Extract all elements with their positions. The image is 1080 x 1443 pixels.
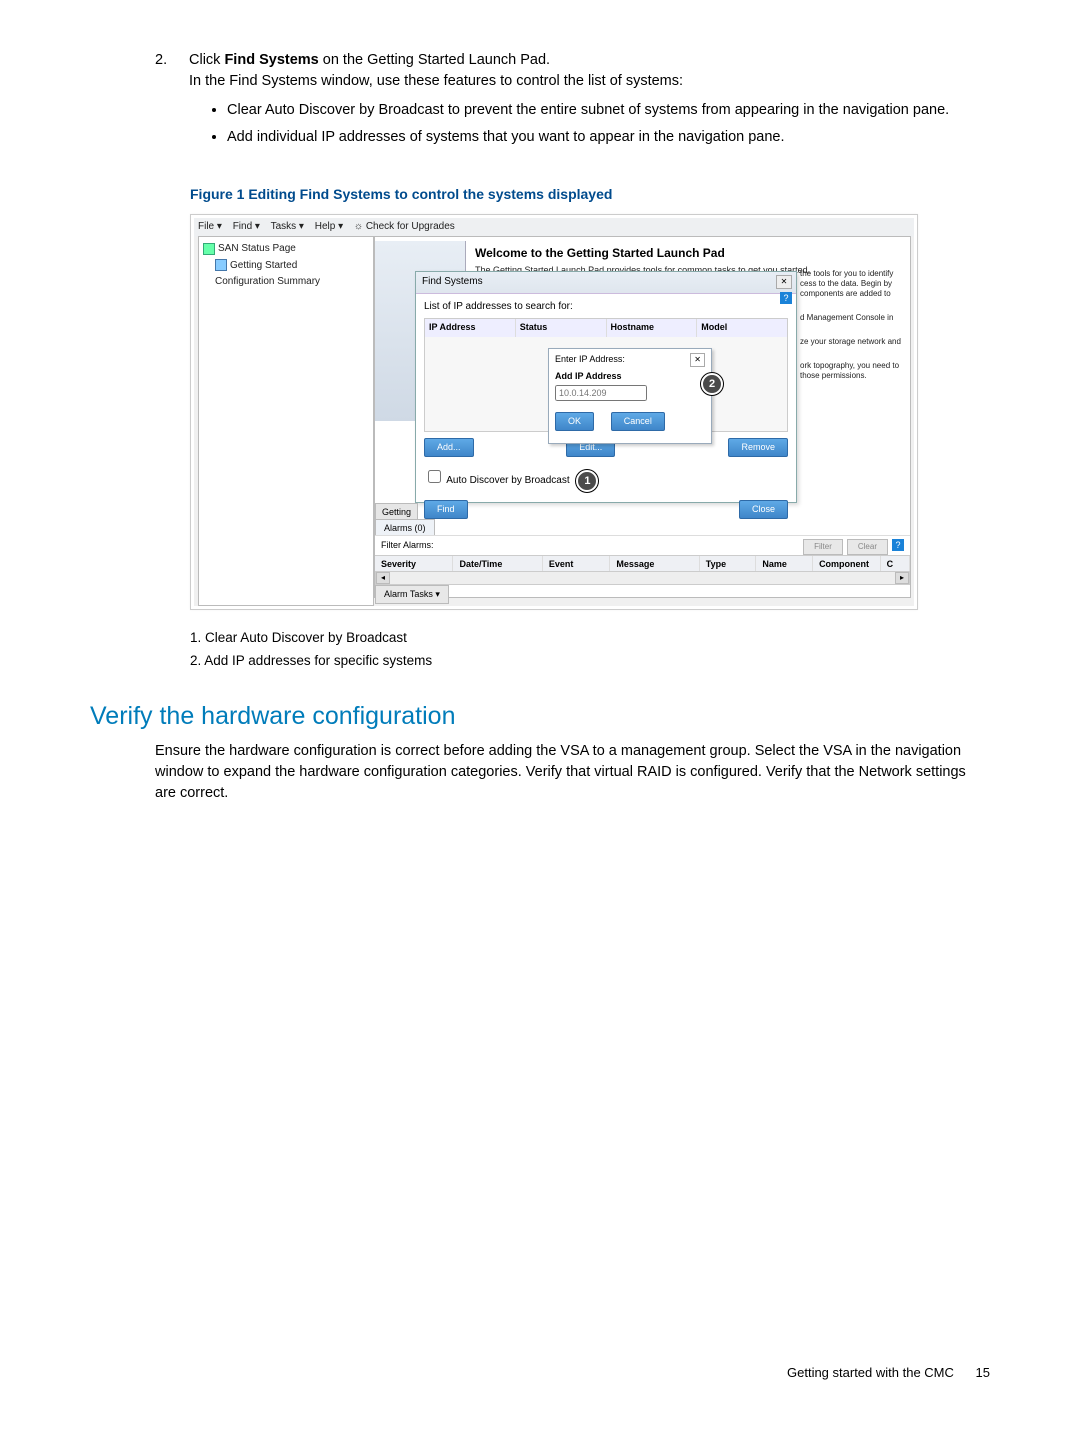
alarm-tasks-button[interactable]: Alarm Tasks ▾ — [375, 585, 449, 604]
page-number: 15 — [976, 1365, 990, 1380]
filter-button[interactable]: Filter — [803, 539, 843, 555]
nav-label-1: SAN Status Page — [218, 243, 296, 254]
bullet-1: Clear Auto Discover by Broadcast to prev… — [227, 100, 990, 121]
find-systems-close-icon[interactable]: ✕ — [776, 275, 792, 289]
ip-list-label: List of IP addresses to search for: — [424, 301, 573, 312]
tip-3: ze your storage network and — [800, 337, 906, 347]
tip-1: the tools for you to identify cess to th… — [800, 269, 906, 299]
tip-2: d Management Console in — [800, 313, 906, 323]
main-area: Welcome to the Getting Started Launch Pa… — [374, 236, 911, 598]
menu-tasks[interactable]: Tasks ▾ — [271, 221, 304, 232]
legend-2: 2. Add IP addresses for specific systems — [190, 651, 990, 671]
alarms-help-icon[interactable]: ? — [892, 539, 904, 551]
menu-file[interactable]: File ▾ — [198, 221, 222, 232]
auto-discover-checkbox[interactable] — [428, 470, 441, 483]
enter-ip-title: Enter IP Address: ✕ — [555, 353, 705, 366]
enter-ip-bold: Add IP Address — [555, 370, 705, 383]
step-2: 2. Click Find Systems on the Getting Sta… — [155, 50, 990, 166]
getting-started-icon — [215, 259, 227, 271]
legend-1: 1. Clear Auto Discover by Broadcast — [190, 628, 990, 648]
menu-check-upgrades[interactable]: ☼ Check for Upgrades — [354, 221, 455, 232]
step-text-line2: In the Find Systems window, use these fe… — [189, 73, 683, 89]
scroll-left-icon[interactable]: ◂ — [376, 572, 390, 584]
nav-label-2: Getting Started — [230, 260, 297, 271]
find-systems-help-icon[interactable]: ? — [780, 292, 792, 304]
find-systems-dialog: Find Systems ✕ ? List of IP addresses to… — [415, 271, 797, 503]
screenshot-figure: File ▾ Find ▾ Tasks ▾ Help ▾ ☼ Check for… — [190, 214, 918, 610]
horizontal-scrollbar[interactable]: ◂ ▸ — [375, 571, 910, 585]
step-list: 2. Click Find Systems on the Getting Sta… — [155, 50, 990, 166]
step-number: 2. — [155, 50, 189, 166]
col-ip: IP Address — [425, 319, 516, 337]
remove-button[interactable]: Remove — [728, 438, 788, 457]
welcome-title: Welcome to the Getting Started Launch Pa… — [475, 245, 910, 262]
find-systems-title: Find Systems ✕ ? — [416, 272, 796, 294]
scroll-right-icon[interactable]: ▸ — [895, 572, 909, 584]
nav-getting-started[interactable]: Getting Started — [201, 258, 371, 275]
figure-legend: 1. Clear Auto Discover by Broadcast 2. A… — [190, 628, 990, 670]
step-text-bold: Find Systems — [224, 52, 318, 68]
menu-help[interactable]: Help ▾ — [315, 221, 343, 232]
step-body: Click Find Systems on the Getting Starte… — [189, 50, 990, 166]
tip-fragments: the tools for you to identify cess to th… — [800, 269, 906, 395]
bullet-2: Add individual IP addresses of systems t… — [227, 127, 990, 148]
ok-button[interactable]: OK — [555, 412, 594, 431]
nav-config-summary[interactable]: Configuration Summary — [201, 274, 371, 291]
section-body: Ensure the hardware configuration is cor… — [155, 741, 990, 804]
menu-find[interactable]: Find ▾ — [233, 221, 260, 232]
cancel-button[interactable]: Cancel — [611, 412, 665, 431]
close-button[interactable]: Close — [739, 500, 788, 519]
nav-label-3: Configuration Summary — [215, 276, 320, 287]
nav-san-status[interactable]: SAN Status Page — [201, 241, 371, 258]
col-status: Status — [516, 319, 607, 337]
page-footer: Getting started with the CMC 15 — [90, 1364, 990, 1383]
menubar: File ▾ Find ▾ Tasks ▾ Help ▾ ☼ Check for… — [194, 218, 914, 237]
callout-1: 1 — [576, 470, 598, 492]
section-heading: Verify the hardware configuration — [90, 698, 990, 734]
step-text-c: on the Getting Started Launch Pad. — [319, 52, 550, 68]
enter-ip-close-icon[interactable]: ✕ — [690, 353, 705, 367]
tip-4: ork topography, you need to those permis… — [800, 361, 906, 381]
san-status-icon — [203, 243, 215, 255]
enter-ip-dialog: Enter IP Address: ✕ Add IP Address 2 OK … — [548, 348, 712, 444]
add-button[interactable]: Add... — [424, 438, 474, 457]
find-button[interactable]: Find — [424, 500, 468, 519]
col-hostname: Hostname — [607, 319, 698, 337]
auto-discover-label: Auto Discover by Broadcast — [446, 475, 569, 486]
find-systems-title-text: Find Systems — [422, 276, 483, 287]
figure-caption: Figure 1 Editing Find Systems to control… — [190, 184, 990, 204]
step-bullets: Clear Auto Discover by Broadcast to prev… — [189, 100, 990, 148]
col-model: Model — [697, 319, 787, 337]
footer-text: Getting started with the CMC — [787, 1365, 954, 1380]
enter-ip-title-text: Enter IP Address: — [555, 354, 625, 364]
filter-label: Filter Alarms: — [381, 540, 434, 550]
navigation-pane: SAN Status Page Getting Started Configur… — [198, 236, 374, 606]
ip-address-input[interactable] — [555, 385, 647, 401]
step-text-a: Click — [189, 52, 224, 68]
clear-filter-button[interactable]: Clear — [847, 539, 888, 555]
